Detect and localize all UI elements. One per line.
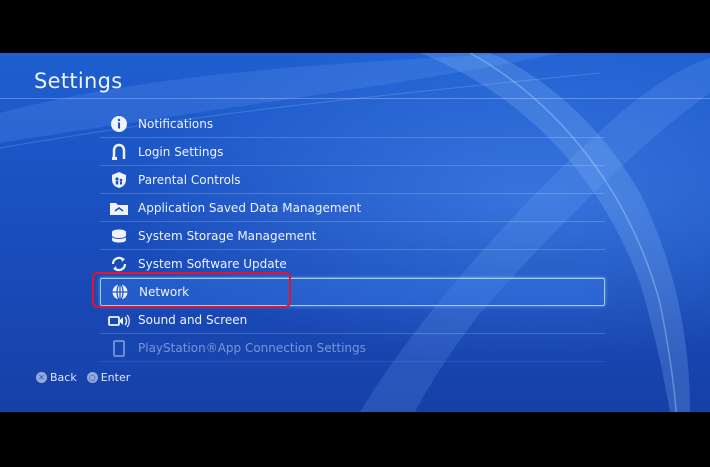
cross-button-icon: ✕ [36, 372, 47, 383]
menu-item-application-saved-data[interactable]: Application Saved Data Management [100, 194, 605, 222]
back-label: Back [50, 371, 77, 384]
menu-item-label: System Software Update [138, 256, 287, 271]
parental-controls-icon [108, 169, 130, 191]
settings-screen: Settings Notifications Login Settings Pa… [0, 53, 710, 412]
back-button[interactable]: ✕ Back [36, 371, 77, 384]
menu-item-sound-and-screen[interactable]: Sound and Screen [100, 306, 605, 334]
menu-item-label: System Storage Management [138, 228, 317, 243]
menu-item-label: Sound and Screen [138, 312, 248, 327]
info-icon [108, 113, 130, 135]
menu-item-notifications[interactable]: Notifications [100, 110, 605, 138]
menu-item-label: Notifications [138, 116, 214, 131]
title-divider [0, 98, 710, 99]
menu-item-parental-controls[interactable]: Parental Controls [100, 166, 605, 194]
storage-icon [108, 225, 130, 247]
menu-item-system-storage[interactable]: System Storage Management [100, 222, 605, 250]
circle-button-icon: ○ [86, 372, 98, 383]
menu-item-label: Parental Controls [138, 172, 241, 187]
menu-item-label: PlayStation®App Connection Settings [138, 340, 366, 355]
saved-data-icon [108, 197, 130, 219]
settings-menu: Notifications Login Settings Parental Co… [100, 110, 605, 362]
enter-label: Enter [100, 371, 131, 384]
footer-controls: ✕ Back ○ Enter [36, 371, 130, 384]
phone-icon [108, 337, 130, 359]
enter-button[interactable]: ○ Enter [86, 371, 131, 384]
menu-item-label: Login Settings [138, 144, 224, 159]
menu-item-label: Application Saved Data Management [138, 200, 362, 215]
page-title: Settings [34, 69, 123, 93]
menu-item-playstation-app-connection[interactable]: PlayStation®App Connection Settings [100, 334, 605, 362]
network-highlight-annotation [92, 272, 291, 308]
menu-item-login-settings[interactable]: Login Settings [100, 138, 605, 166]
login-icon [108, 141, 130, 163]
sound-screen-icon [108, 309, 130, 331]
